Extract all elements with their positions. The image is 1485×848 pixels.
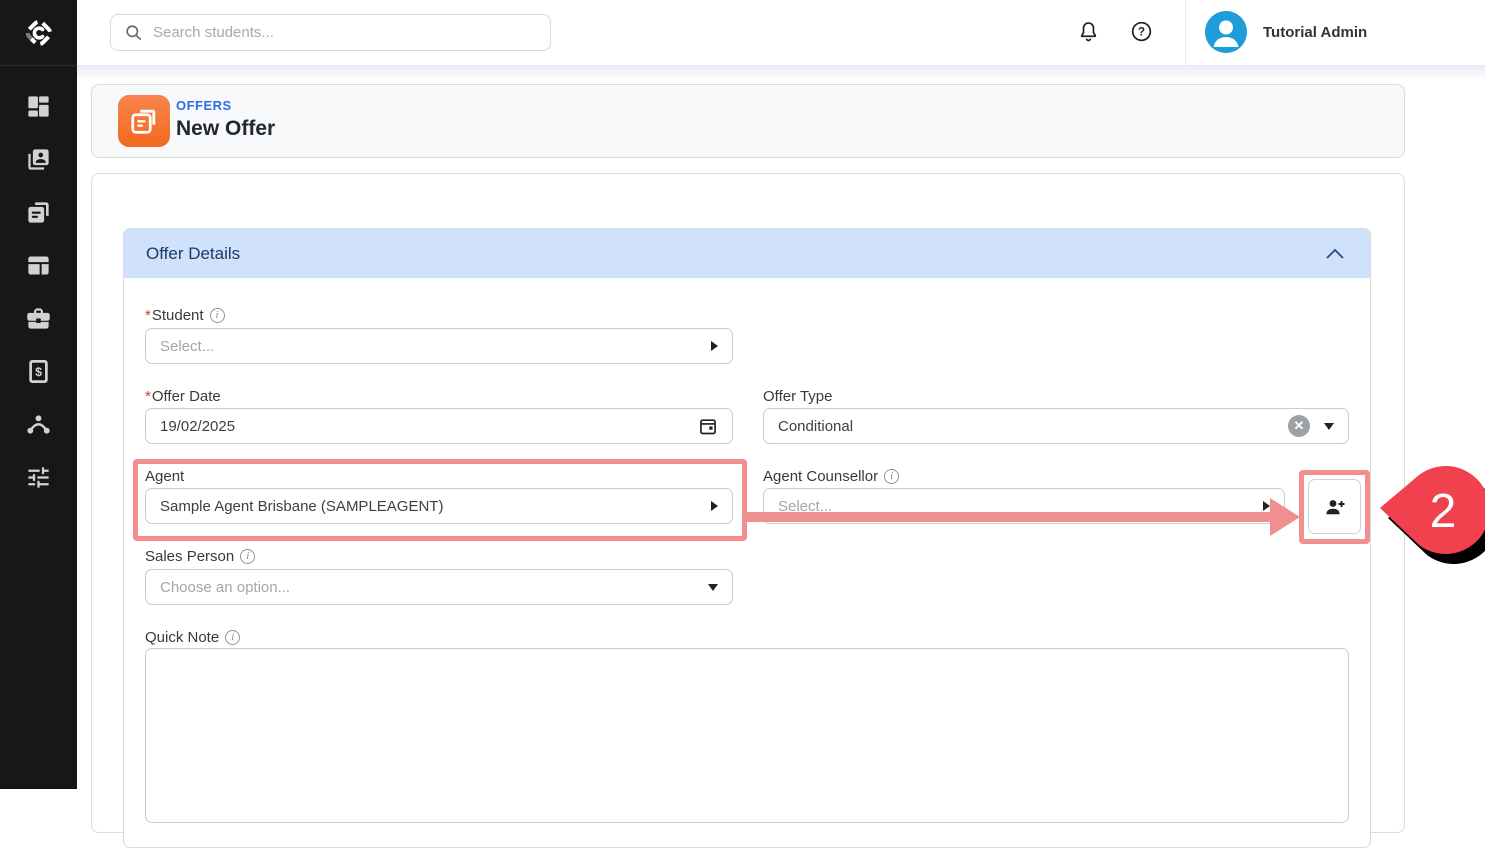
offers-badge-icon [129, 106, 159, 136]
topbar-divider [1185, 0, 1186, 65]
svg-text:?: ? [1137, 26, 1144, 38]
quick-note-textarea[interactable] [145, 648, 1349, 823]
sales-person-label: Sales Person i [145, 547, 255, 565]
step-number: 2 [1430, 485, 1457, 538]
section-title: Offer Details [146, 244, 240, 264]
add-counsellor-button[interactable] [1308, 479, 1361, 534]
sidebar-item-students[interactable] [0, 133, 77, 186]
page-header-card [91, 84, 1405, 158]
network-icon [25, 411, 52, 438]
offers-icon [25, 199, 52, 226]
sidebar-item-invoices[interactable]: $ [0, 345, 77, 398]
search-icon [124, 23, 143, 42]
breadcrumb[interactable]: OFFERS [176, 98, 232, 113]
chevron-right-icon [711, 341, 718, 351]
topbar-shadow [77, 65, 1485, 80]
chevron-down-icon [708, 584, 718, 591]
sales-person-info-icon[interactable]: i [240, 549, 255, 564]
sidebar-nav: $ [0, 80, 77, 504]
agent-counsellor-label: Agent Counsellor i [763, 467, 899, 485]
students-icon [25, 146, 52, 173]
settings-icon [25, 464, 52, 491]
bell-icon [1077, 20, 1100, 43]
user-menu[interactable]: Tutorial Admin [1205, 8, 1367, 56]
avatar [1205, 11, 1247, 53]
quick-note-info-icon[interactable]: i [225, 630, 240, 645]
svg-text:$: $ [35, 365, 42, 379]
student-search [110, 14, 551, 51]
offers-badge [118, 95, 170, 147]
student-info-icon[interactable]: i [210, 308, 225, 323]
invoices-icon: $ [25, 358, 52, 385]
offer-type-select[interactable]: Conditional ✕ [763, 408, 1349, 444]
chevron-up-icon[interactable] [1324, 247, 1346, 261]
user-name: Tutorial Admin [1263, 24, 1367, 41]
student-label: *Student i [145, 306, 225, 324]
app-logo[interactable] [0, 0, 77, 66]
chevron-right-icon [1263, 501, 1270, 511]
offer-date-input[interactable]: 19/02/2025 [145, 408, 733, 444]
offer-details-header[interactable]: Offer Details [124, 229, 1370, 278]
agents-icon [25, 305, 52, 332]
sidebar-item-offers[interactable] [0, 186, 77, 239]
offer-type-label: Offer Type [763, 387, 833, 405]
help-icon: ? [1130, 20, 1153, 43]
app-logo-icon [20, 14, 58, 52]
person-add-icon [1323, 495, 1347, 519]
agent-counsellor-select[interactable]: Select... [763, 488, 1285, 524]
dashboard-icon [25, 93, 52, 120]
agent-counsellor-info-icon[interactable]: i [884, 469, 899, 484]
notifications-button[interactable] [1071, 14, 1105, 48]
calendar-icon[interactable] [698, 416, 718, 436]
agent-select[interactable]: Sample Agent Brisbane (SAMPLEAGENT) [145, 488, 733, 524]
agent-label: Agent [145, 467, 184, 485]
sidebar-item-dashboard[interactable] [0, 80, 77, 133]
sidebar-item-courses[interactable] [0, 239, 77, 292]
student-select[interactable]: Select... [145, 328, 733, 364]
quick-note-label: Quick Note i [145, 628, 240, 646]
help-button[interactable]: ? [1124, 14, 1158, 48]
page-title: New Offer [176, 117, 275, 141]
avatar-person-icon [1205, 11, 1247, 53]
sidebar: $ [0, 0, 77, 789]
search-input[interactable] [153, 24, 513, 41]
sidebar-item-agents[interactable] [0, 292, 77, 345]
offer-date-label: *Offer Date [145, 387, 221, 405]
courses-icon [25, 252, 52, 279]
sidebar-item-network[interactable] [0, 398, 77, 451]
chevron-down-icon [1324, 423, 1334, 430]
required-asterisk: * [145, 307, 151, 324]
sales-person-select[interactable]: Choose an option... [145, 569, 733, 605]
chevron-right-icon [711, 501, 718, 511]
sidebar-item-settings[interactable] [0, 451, 77, 504]
clear-icon[interactable]: ✕ [1288, 415, 1310, 437]
